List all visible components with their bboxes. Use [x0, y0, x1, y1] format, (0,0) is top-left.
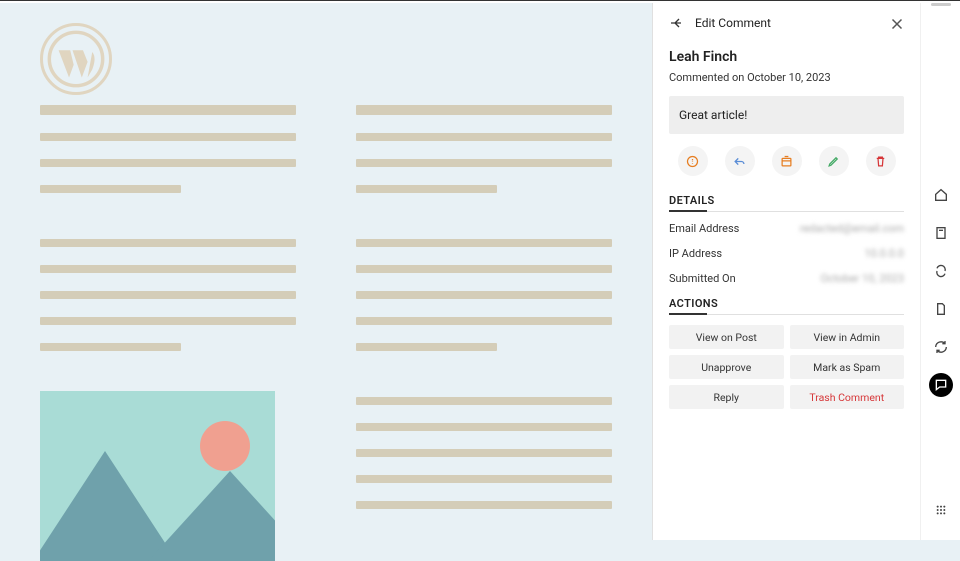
rail-comment-icon[interactable]: [929, 373, 953, 397]
trash-comment-button[interactable]: Trash Comment: [790, 385, 905, 409]
wordpress-logo: [40, 23, 112, 95]
editor-canvas: [0, 3, 652, 540]
placeholder-column-right: [356, 105, 612, 561]
right-tool-rail: [920, 3, 960, 540]
rail-refresh-icon[interactable]: [929, 335, 953, 359]
image-placeholder: [40, 391, 275, 561]
rail-file-icon[interactable]: [929, 297, 953, 321]
details-heading: DETAILS: [669, 194, 904, 212]
comment-author: Leah Finch: [669, 49, 904, 65]
mark-spam-button[interactable]: Mark as Spam: [790, 355, 905, 379]
back-arrow-icon[interactable]: [669, 15, 685, 31]
spam-icon[interactable]: [678, 146, 708, 176]
actions-heading: ACTIONS: [669, 297, 904, 315]
rail-grip: [931, 3, 951, 6]
view-on-post-button[interactable]: View on Post: [669, 325, 784, 349]
comment-text: Great article!: [669, 96, 904, 134]
unapprove-button[interactable]: Unapprove: [669, 355, 784, 379]
close-icon[interactable]: [888, 15, 906, 33]
edit-comment-panel: Edit Comment Leah Finch Commented on Oct…: [652, 3, 920, 540]
detail-submitted: Submitted OnOctober 10, 2023: [669, 272, 904, 285]
rail-page-icon[interactable]: [929, 221, 953, 245]
inbox-icon[interactable]: [772, 146, 802, 176]
reply-icon[interactable]: [725, 146, 755, 176]
rail-loop-icon[interactable]: [929, 259, 953, 283]
commented-on-text: Commented on October 10, 2023: [669, 71, 904, 84]
edit-icon[interactable]: [819, 146, 849, 176]
panel-title: Edit Comment: [695, 16, 771, 30]
detail-ip: IP Address10.0.0.0: [669, 247, 904, 260]
trash-icon[interactable]: [866, 146, 896, 176]
detail-email: Email Addressredacted@email.com: [669, 222, 904, 235]
view-in-admin-button[interactable]: View in Admin: [790, 325, 905, 349]
reply-button[interactable]: Reply: [669, 385, 784, 409]
placeholder-column-left: [40, 105, 296, 561]
rail-home-icon[interactable]: [929, 183, 953, 207]
rail-grid-icon[interactable]: [929, 498, 953, 522]
quick-action-row: [669, 146, 904, 176]
